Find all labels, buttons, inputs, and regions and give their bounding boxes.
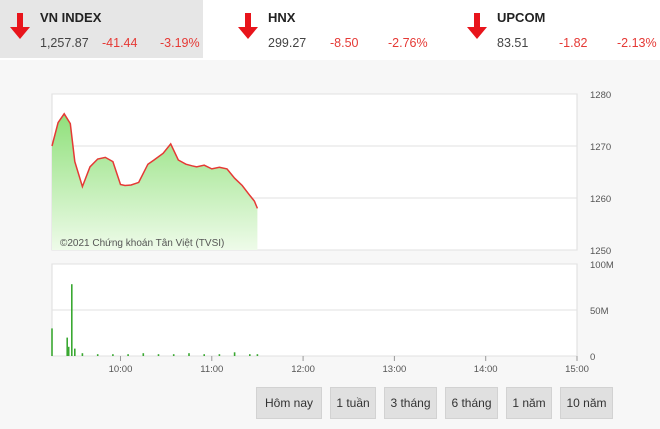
range-button-today[interactable]: Hôm nay [256,387,322,419]
range-button-1-year[interactable]: 1 năm [506,387,552,419]
volume-bar [96,354,99,356]
time-axis-tick: 10:00 [109,364,133,375]
volume-bar [256,354,259,356]
volume-bar [249,354,251,356]
volume-bar [51,328,53,356]
range-button-6-months[interactable]: 6 tháng [445,387,498,419]
volume-bar [112,354,114,356]
range-button-10-years[interactable]: 10 năm [560,387,613,419]
volume-bar [188,353,190,356]
range-buttons: Hôm nay 1 tuần 3 tháng 6 tháng 1 năm 10 … [256,387,613,419]
price-axis-tick: 1270 [590,142,611,153]
volume-bar [81,353,84,356]
intraday-chart: 1280 1270 1260 1250 100M 50M 0 10:00 11:00 12:0… [51,90,614,375]
volume-bar [157,354,160,356]
volume-bar [218,354,221,356]
volume-axis-tick: 50M [590,306,609,317]
volume-bar [71,284,73,356]
volume-bar [172,354,175,356]
volume-bar [66,337,68,356]
time-axis-tick: 12:00 [291,364,315,375]
volume-bar [233,352,236,356]
price-axis-tick: 1250 [590,246,611,257]
watermark: ©2021 Chứng khoán Tân Việt (TVSI) [60,238,224,249]
volume-bar [203,354,205,356]
volume-axis-tick: 0 [590,352,595,363]
volume-axis-tick: 100M [590,260,614,271]
range-button-1-week[interactable]: 1 tuần [330,387,376,419]
volume-bar [127,354,129,356]
range-button-3-months[interactable]: 3 tháng [384,387,437,419]
volume-bar [74,348,76,356]
time-axis-tick: 15:00 [565,364,589,375]
volume-bar [142,353,145,356]
price-axis-tick: 1280 [590,90,611,101]
time-axis-tick: 11:00 [200,364,223,375]
volume-bar [67,346,70,356]
time-axis-tick: 14:00 [474,364,498,375]
time-axis-tick: 13:00 [383,364,407,375]
price-axis-tick: 1260 [590,194,611,205]
